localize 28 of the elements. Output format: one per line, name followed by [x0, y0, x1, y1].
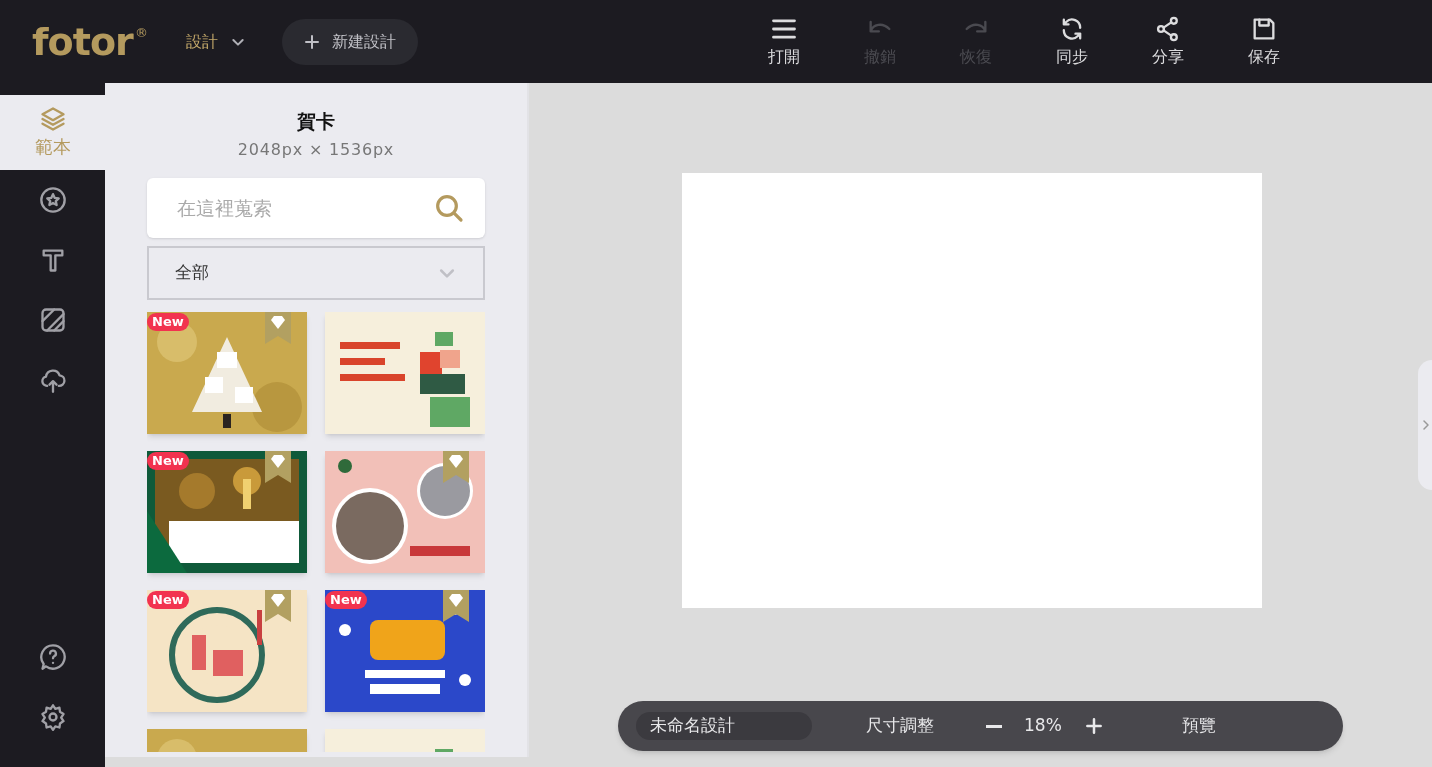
new-design-button[interactable]: 新建設計	[282, 18, 418, 65]
panel-handle[interactable]	[1418, 360, 1432, 490]
panel-title: 賀卡	[297, 109, 335, 134]
zoom-level: 18%	[1024, 714, 1062, 738]
design-menu[interactable]: 設計	[186, 29, 246, 54]
settings-icon	[38, 703, 67, 731]
toolbar-button[interactable]: 同步	[1024, 14, 1120, 69]
toolbar-button[interactable]: 打開	[736, 14, 832, 69]
background-icon	[38, 306, 67, 334]
registered-mark: ®	[134, 23, 148, 42]
resize-button[interactable]: 尺寸調整	[866, 713, 934, 739]
logo[interactable]: fotor	[32, 22, 133, 61]
help-icon	[38, 643, 67, 671]
minus-icon	[986, 724, 1002, 728]
toolbar-button[interactable]: 分享	[1120, 14, 1216, 69]
zoom-in-button[interactable]	[1083, 716, 1104, 736]
canvas-size: 2048px × 1536px	[237, 138, 395, 161]
toolbar-button[interactable]: 保存	[1216, 14, 1312, 69]
zoom-out-button[interactable]	[986, 724, 1002, 728]
category-dropdown[interactable]: 全部	[147, 245, 485, 300]
design-name-field[interactable]: 未命名設計	[636, 712, 812, 740]
layers-icon	[38, 105, 67, 133]
plus-icon	[304, 33, 320, 50]
search-field[interactable]: 在這裡蒐索	[147, 177, 485, 238]
chevron-right-icon	[1420, 419, 1432, 431]
upload-icon	[38, 366, 67, 394]
preview-button[interactable]: 預覽	[1181, 713, 1216, 739]
plus-icon	[1083, 716, 1104, 736]
